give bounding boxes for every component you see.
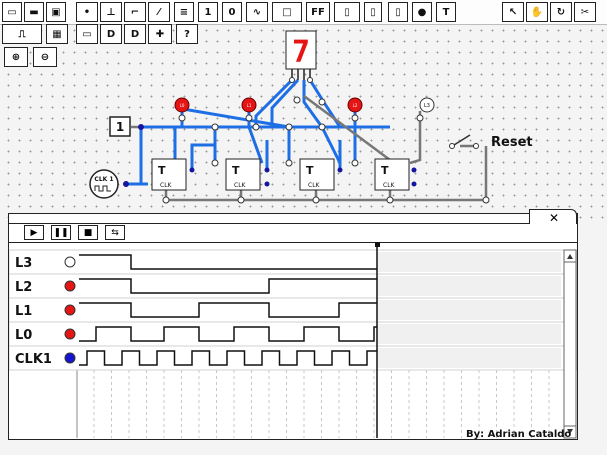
save-icon[interactable]: ▣: [46, 2, 66, 22]
pushbutton-tool-icon[interactable]: ⊥: [100, 2, 122, 22]
flipflop-tool[interactable]: FF: [306, 2, 330, 22]
signal-label: L3: [15, 256, 32, 271]
text-tool[interactable]: T: [436, 2, 456, 22]
clock-source-label: CLK 1: [94, 176, 113, 183]
signal-label: L2: [15, 280, 32, 295]
and-gate-icon[interactable]: D: [100, 24, 122, 44]
reset-switch-label: Reset: [491, 135, 533, 150]
led-tool-icon[interactable]: ●: [412, 2, 432, 22]
flipflop-3-clk: CLK: [383, 182, 396, 189]
input-one-label: 1: [116, 120, 124, 134]
clock-wave-icon[interactable]: ⎍: [2, 24, 42, 44]
display-tool-icon[interactable]: ▯: [364, 2, 382, 22]
plus-icon[interactable]: ✚: [148, 24, 172, 44]
open-folder-icon[interactable]: ▬: [24, 2, 44, 22]
signal-label: CLK1: [15, 352, 52, 367]
battery-tool-icon[interactable]: ≡: [174, 2, 194, 22]
waveform-row-shade: [377, 348, 561, 368]
signal-color-dot: [64, 328, 76, 340]
flipflop-1-label: T: [232, 164, 240, 177]
switch-open-tool-icon[interactable]: ⁄: [148, 2, 170, 22]
app-window: 7 T CLK T CLK T CLK T CLK L0 L1 L2 L3 1 …: [0, 0, 607, 455]
point-tool-icon[interactable]: •: [76, 2, 98, 22]
flipflop-2[interactable]: T CLK: [299, 158, 335, 191]
resistor-tool-icon[interactable]: □: [272, 2, 302, 22]
signal-color-dot: [64, 352, 76, 364]
led-l0-label: L0: [180, 103, 185, 108]
waveform-window[interactable]: ✕ ▶ ❚❚ ■ ⇆ L3 L2 L1 L0 CLK1: [8, 209, 578, 440]
signal-label: L1: [15, 304, 32, 319]
new-file-icon[interactable]: ▭: [2, 2, 22, 22]
seven-segment-display[interactable]: 7: [285, 30, 317, 80]
waveform-scrollbar[interactable]: [563, 249, 577, 439]
help-icon[interactable]: ?: [176, 24, 198, 44]
flipflop-0-label: T: [158, 164, 166, 177]
clock-source[interactable]: CLK 1: [89, 169, 119, 199]
zoom-in-icon[interactable]: ⊕: [4, 47, 28, 67]
signal-color-dot: [64, 280, 76, 292]
waveform-plot: L3 L2 L1 L0 CLK1: [9, 242, 577, 439]
rotate-icon[interactable]: ↻: [550, 2, 572, 22]
flipflop-0[interactable]: T CLK: [151, 158, 187, 191]
gate-array-icon[interactable]: ▦: [46, 24, 68, 44]
waveform-row-shade: [377, 324, 561, 344]
chip-icon[interactable]: ▭: [76, 24, 98, 44]
led-bar-tool-icon[interactable]: ▯: [334, 2, 360, 22]
author-credit: By: Adrian Cataldo: [466, 429, 572, 440]
input-one[interactable]: 1: [109, 116, 131, 137]
flipflop-1-clk: CLK: [234, 182, 247, 189]
led-l0[interactable]: L0: [174, 97, 190, 113]
signal-color-dot: [64, 256, 76, 268]
waveform-row-shade: [377, 276, 561, 296]
switch-tool-icon[interactable]: ⌐: [124, 2, 146, 22]
flipflop-3[interactable]: T CLK: [374, 158, 410, 191]
pointer-icon[interactable]: ↖: [502, 2, 524, 22]
signal-label: L0: [15, 328, 32, 343]
clock-source-tool[interactable]: ∿: [246, 2, 268, 22]
display-digit: 7: [292, 35, 310, 70]
waveform-row-shade: [377, 252, 561, 272]
chip-tool-icon[interactable]: ▯: [388, 2, 408, 22]
input-0-tool[interactable]: 0: [222, 2, 242, 22]
flipflop-1[interactable]: T CLK: [225, 158, 261, 191]
signal-color-dot: [64, 304, 76, 316]
cut-icon[interactable]: ✂: [574, 2, 596, 22]
input-1-tool[interactable]: 1: [198, 2, 218, 22]
led-l2-label: L2: [353, 103, 358, 108]
flipflop-2-clk: CLK: [308, 182, 321, 189]
flipflop-0-clk: CLK: [160, 182, 173, 189]
flipflop-3-label: T: [381, 164, 389, 177]
zoom-out-icon[interactable]: ⊖: [33, 47, 57, 67]
flipflop-2-label: T: [306, 164, 314, 177]
or-gate-icon[interactable]: D: [124, 24, 146, 44]
waveform-row-shade: [377, 300, 561, 320]
hand-pan-icon[interactable]: ✋: [526, 2, 548, 22]
led-l1-label: L1: [247, 103, 252, 108]
led-l3-output[interactable]: L3: [419, 97, 435, 113]
time-cursor-handle[interactable]: [375, 242, 380, 247]
led-l3-label: L3: [424, 103, 430, 109]
led-l1[interactable]: L1: [241, 97, 257, 113]
led-l2[interactable]: L2: [347, 97, 363, 113]
